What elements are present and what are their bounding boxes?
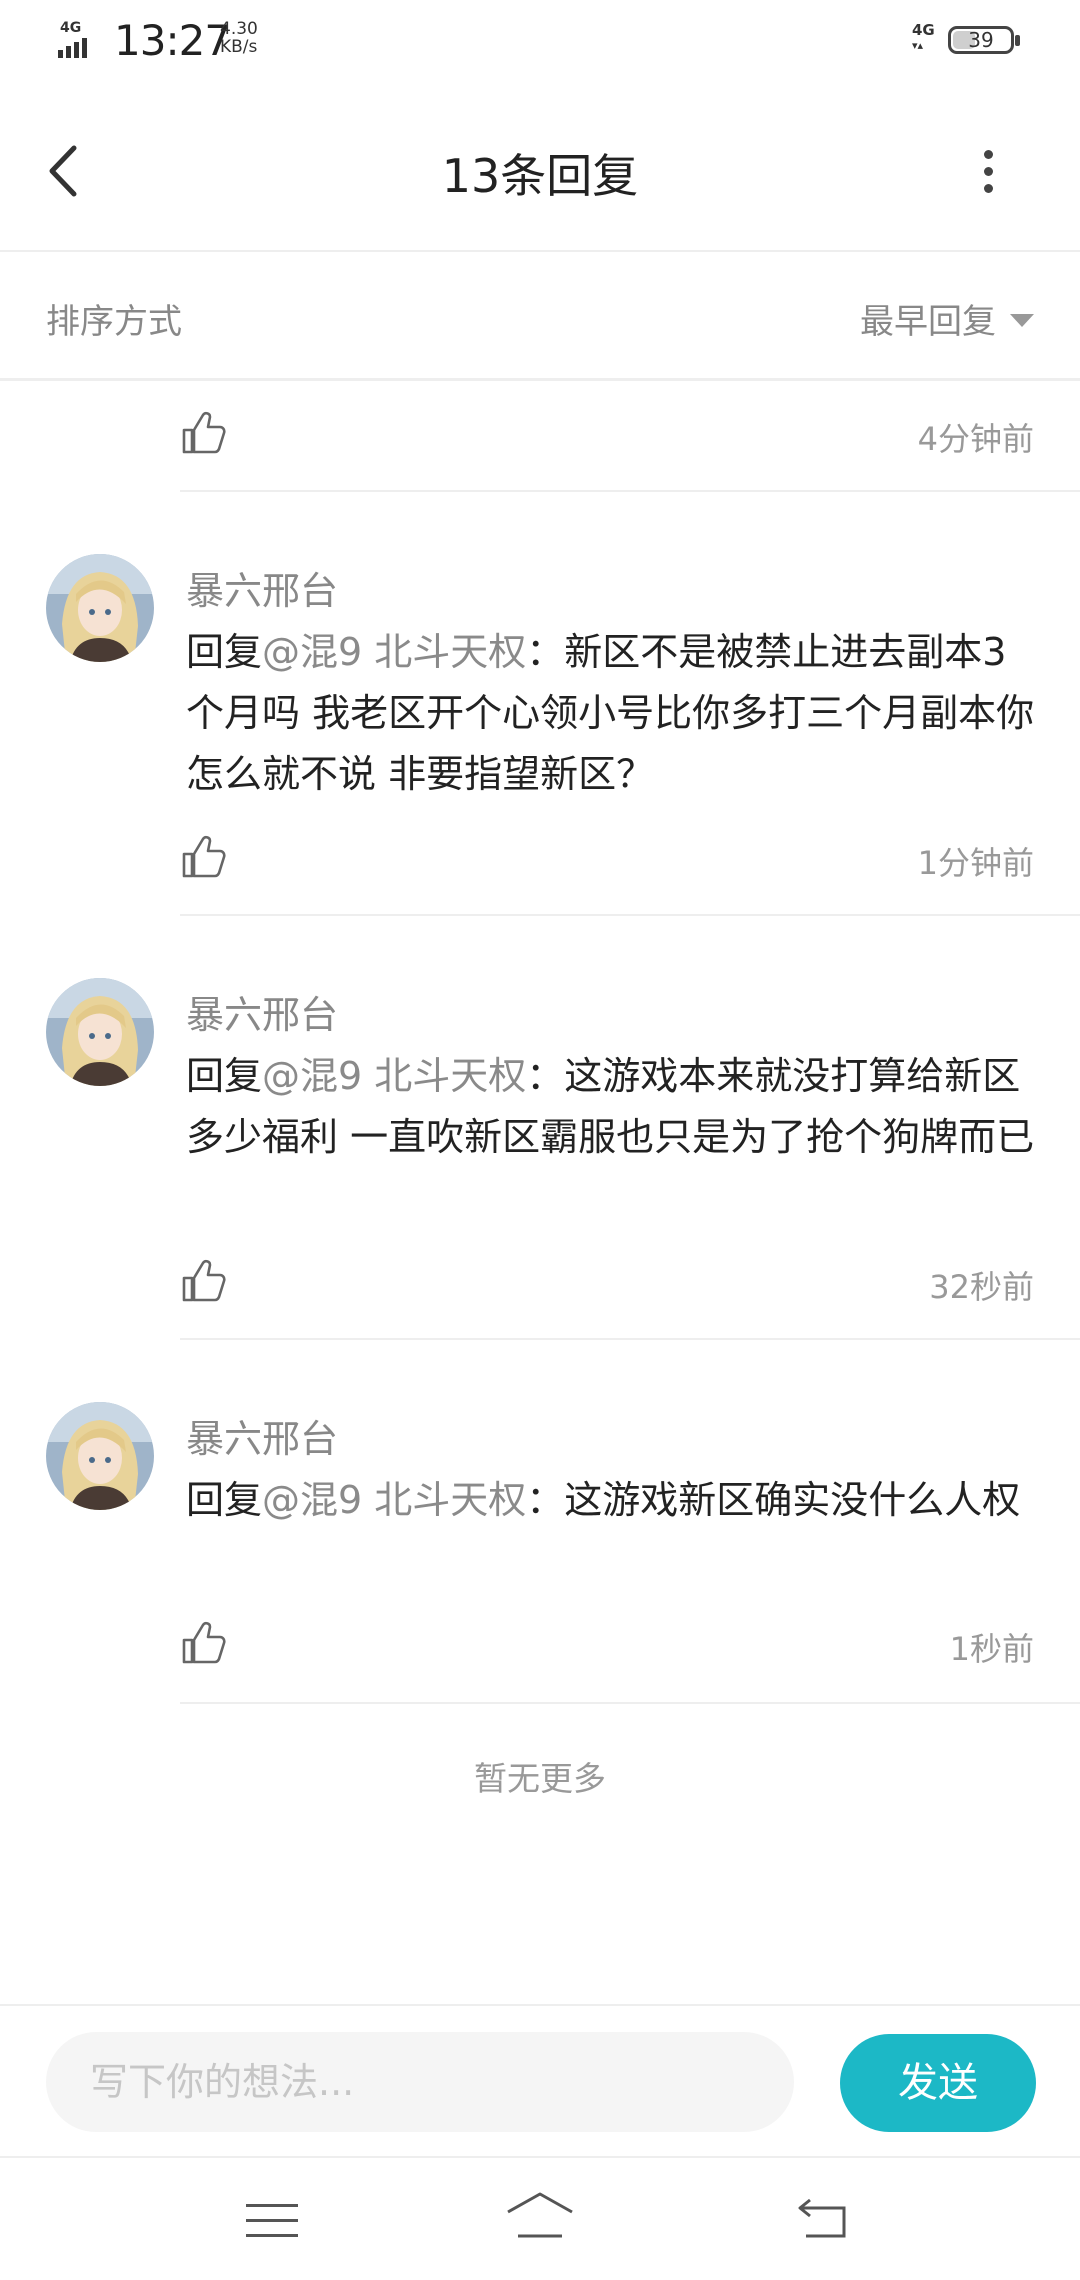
network-type-right: 4G ▾▴ bbox=[912, 21, 935, 52]
menu-icon[interactable] bbox=[246, 2200, 298, 2240]
page-header: 13条回复 bbox=[0, 90, 1080, 252]
comment-item: 暴六邢台 回复@混9 北斗天权：这游戏新区确实没什么人权 1秒前 bbox=[0, 1388, 1080, 1708]
sort-value: 最早回复 bbox=[860, 302, 996, 342]
comment-item: 暴六邢台 回复@混9 北斗天权：这游戏本来就没打算给新区多少福利 一直吹新区霸服… bbox=[0, 964, 1080, 1344]
divider bbox=[180, 1338, 1080, 1340]
status-bar: 4G 13:27 4.30 KB/s 4G ▾▴ 39 bbox=[0, 0, 1080, 90]
comment-content: 回复@混9 北斗天权：这游戏本来就没打算给新区多少福利 一直吹新区霸服也只是为了… bbox=[186, 1054, 1035, 1159]
dropdown-caret-icon bbox=[1010, 314, 1034, 327]
comment-item: 暴六邢台 回复@混9 北斗天权：新区不是被禁止进去副本3个月吗 我老区开个心领小… bbox=[0, 540, 1080, 920]
network-type-left: 4G bbox=[60, 20, 82, 36]
avatar[interactable] bbox=[46, 554, 154, 662]
sort-label: 排序方式 bbox=[46, 302, 182, 342]
more-options-button[interactable] bbox=[970, 140, 1006, 204]
comment-content: 回复@混9 北斗天权：这游戏新区确实没什么人权 bbox=[186, 1478, 1021, 1522]
back-nav-icon[interactable] bbox=[796, 2196, 852, 2242]
status-time: 13:27 bbox=[114, 16, 231, 65]
comment-item: 4分钟前 bbox=[0, 380, 1080, 492]
avatar[interactable] bbox=[46, 1402, 154, 1510]
comment-time: 1分钟前 bbox=[917, 844, 1034, 882]
comment-input[interactable] bbox=[46, 2032, 794, 2132]
battery-level: 39 bbox=[968, 28, 994, 52]
divider bbox=[180, 1702, 1080, 1704]
comment-time: 4分钟前 bbox=[917, 420, 1034, 458]
mention-link[interactable]: @混9 北斗天权 bbox=[262, 1054, 526, 1098]
thumb-up-icon[interactable] bbox=[180, 1258, 226, 1304]
home-icon[interactable] bbox=[504, 2190, 576, 2244]
divider bbox=[180, 490, 1080, 492]
sort-bar: 排序方式 最早回复 bbox=[0, 252, 1080, 381]
avatar[interactable] bbox=[46, 978, 154, 1086]
send-button[interactable]: 发送 bbox=[840, 2034, 1036, 2132]
comment-author[interactable]: 暴六邢台 bbox=[186, 984, 338, 1039]
mention-link[interactable]: @混9 北斗天权 bbox=[262, 1478, 526, 1522]
thumb-up-icon[interactable] bbox=[180, 834, 226, 880]
comment-time: 1秒前 bbox=[949, 1630, 1034, 1668]
system-nav-bar bbox=[0, 2156, 1080, 2280]
no-more-label: 暂无更多 bbox=[474, 1759, 606, 1798]
comment-input-bar: 发送 bbox=[0, 2004, 1080, 2158]
comment-content: 回复@混9 北斗天权：新区不是被禁止进去副本3个月吗 我老区开个心领小号比你多打… bbox=[186, 630, 1035, 796]
sort-dropdown[interactable]: 最早回复 bbox=[860, 294, 1034, 343]
battery-icon: 39 bbox=[948, 26, 1020, 54]
page-title: 13条回复 bbox=[441, 149, 639, 203]
signal-icon: 4G bbox=[58, 20, 104, 60]
comment-time: 32秒前 bbox=[929, 1268, 1034, 1306]
thumb-up-icon[interactable] bbox=[180, 410, 226, 456]
thumb-up-icon[interactable] bbox=[180, 1620, 226, 1666]
network-speed: 4.30 KB/s bbox=[220, 19, 258, 57]
comment-author[interactable]: 暴六邢台 bbox=[186, 1408, 338, 1463]
comment-author[interactable]: 暴六邢台 bbox=[186, 560, 338, 615]
divider bbox=[180, 914, 1080, 916]
mention-link[interactable]: @混9 北斗天权 bbox=[262, 630, 526, 674]
